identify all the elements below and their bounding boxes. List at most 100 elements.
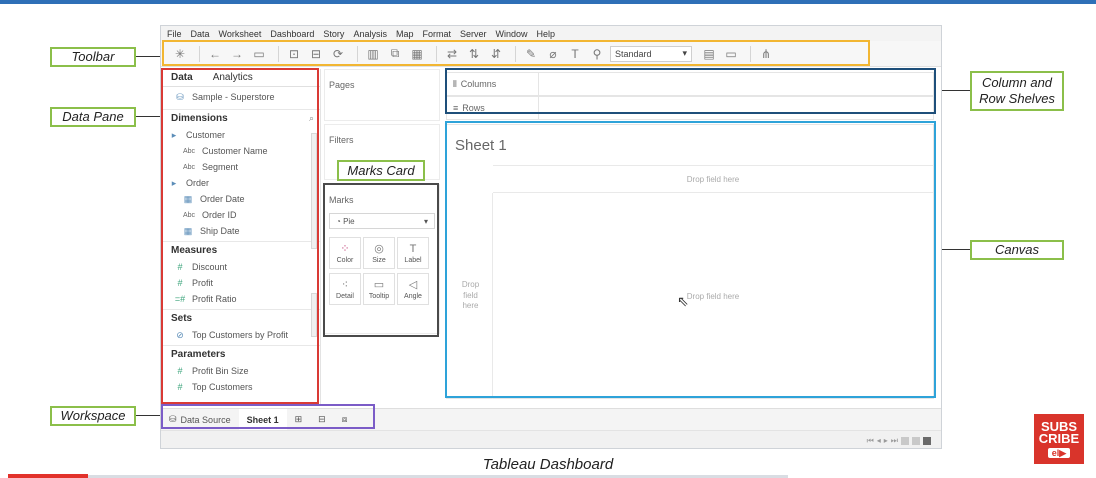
next-sheet-icon[interactable]: ▸ — [884, 436, 888, 445]
menu-window[interactable]: Window — [496, 29, 528, 39]
menu-server[interactable]: Server — [460, 29, 487, 39]
prev-sheet-icon[interactable]: ◂ — [877, 436, 881, 445]
undo-icon[interactable]: ← — [206, 45, 224, 63]
show-filmstrip-icon[interactable] — [901, 436, 909, 445]
fix-axes-icon[interactable]: ⚲ — [588, 45, 606, 63]
list-item[interactable]: ▦ Order Date — [161, 191, 320, 207]
redo-icon[interactable]: → — [228, 45, 246, 63]
angle-icon: ◁ — [408, 279, 418, 291]
menu-data[interactable]: Data — [191, 29, 210, 39]
refresh-icon[interactable]: ⟳ — [329, 45, 347, 63]
search-icon[interactable]: ⌕ — [309, 113, 314, 124]
new-data-source-icon[interactable]: ⊡ — [285, 45, 303, 63]
drop-zone-view[interactable]: Drop field here — [493, 193, 933, 399]
menu-help[interactable]: Help — [537, 29, 556, 39]
field-label: Ship Date — [200, 226, 240, 236]
list-item[interactable]: Abc Order ID — [161, 207, 320, 223]
parameters-header: Parameters — [161, 345, 320, 363]
data-pane-tabs: Data Analytics — [161, 69, 320, 87]
menu-format[interactable]: Format — [422, 29, 451, 39]
list-item[interactable]: ▸ Order — [161, 175, 320, 191]
first-sheet-icon[interactable]: ⏮ — [867, 436, 874, 446]
sort-ascending-icon[interactable]: ⇅ — [465, 45, 483, 63]
menu-worksheet[interactable]: Worksheet — [219, 29, 262, 39]
show-cards-icon[interactable]: ▤ — [700, 45, 718, 63]
rows-icon: ≡ — [453, 103, 459, 113]
datasource-item[interactable]: ⛁ Sample - Superstore — [161, 87, 320, 107]
pages-label: Pages — [329, 80, 355, 90]
save-icon[interactable]: ▭ — [250, 45, 268, 63]
sort-descending-icon[interactable]: ⇵ — [487, 45, 505, 63]
columns-label: Columns — [460, 79, 497, 89]
list-item[interactable]: # Profit Bin Size — [161, 363, 320, 379]
label-icon: T — [409, 242, 417, 255]
presentation-mode-icon[interactable]: ▭ — [722, 45, 740, 63]
menu-dashboard[interactable]: Dashboard — [270, 29, 314, 39]
list-item[interactable]: Abc Segment — [161, 159, 320, 175]
menu-story[interactable]: Story — [323, 29, 344, 39]
drop-zone-rows[interactable]: Drop field here — [449, 193, 493, 399]
tab-data[interactable]: Data — [161, 69, 203, 87]
rows-shelf[interactable]: ≡ Rows — [446, 96, 934, 120]
list-item[interactable]: # Discount — [161, 259, 320, 275]
menu-map[interactable]: Map — [396, 29, 414, 39]
color-button[interactable]: ⁘ Color — [329, 237, 361, 269]
measures-label: Measures — [171, 245, 218, 256]
show-tabs-icon[interactable] — [923, 436, 931, 445]
show-labels-icon[interactable]: T — [566, 45, 584, 63]
fit-select[interactable]: Standard ▾ — [610, 45, 692, 62]
measures-header: Measures — [161, 241, 320, 259]
sets-label: Sets — [171, 313, 193, 324]
tableau-logo-icon[interactable]: ✳ — [171, 45, 189, 63]
share-icon[interactable]: ⋔ — [757, 45, 775, 63]
list-item[interactable]: Abc Customer Name — [161, 143, 320, 159]
subscribe-button[interactable]: SUBS CRIBE el▶ — [1034, 414, 1084, 464]
list-item[interactable]: =# Profit Ratio — [161, 291, 320, 307]
duplicate-sheet-icon[interactable]: ⧉ — [386, 45, 404, 63]
size-button[interactable]: ◎ Size — [363, 237, 395, 269]
field-label: Order — [186, 178, 210, 188]
menu-analysis[interactable]: Analysis — [353, 29, 387, 39]
new-worksheet-icon[interactable]: ▥ — [364, 45, 382, 63]
list-item[interactable]: ▸ Customer — [161, 127, 320, 143]
detail-button[interactable]: ⁖ Detail — [329, 273, 361, 305]
tooltip-button[interactable]: ▭ Tooltip — [363, 273, 395, 305]
list-item[interactable]: # Profit — [161, 275, 320, 291]
marks-card: Marks ◔ Pie ▾ ⁘ Color ◎ Size T Label ⁖ Detai… — [324, 184, 440, 334]
pause-updates-icon[interactable]: ⊟ — [307, 45, 325, 63]
size-icon: ◎ — [374, 243, 384, 255]
list-item[interactable]: ▦ Ship Date — [161, 223, 320, 239]
last-sheet-icon[interactable]: ⏭ — [891, 436, 898, 446]
group-icon[interactable]: ⌀ — [544, 45, 562, 63]
dimensions-scrollbar[interactable] — [311, 133, 317, 249]
pie-icon: ◔ — [336, 216, 344, 226]
new-story-icon[interactable]: ⧈ — [334, 409, 356, 431]
highlight-icon[interactable]: ✎ — [522, 45, 540, 63]
menu-file[interactable]: File — [167, 29, 182, 39]
tab-analytics[interactable]: Analytics — [203, 69, 263, 87]
list-item[interactable]: ⊘ Top Customers by Profit — [161, 327, 320, 343]
angle-button[interactable]: ◁ Angle — [397, 273, 429, 305]
clear-sheet-icon[interactable]: ▦ — [408, 45, 426, 63]
canvas: Sheet 1 Drop field here Drop field here Dr… — [446, 124, 934, 399]
callout-data-pane: Data Pane — [50, 107, 136, 127]
tab-data-source[interactable]: ⛁ Data Source — [161, 409, 239, 431]
pages-shelf[interactable]: Pages — [324, 69, 440, 121]
string-type-icon: Abc — [182, 147, 196, 155]
label-button[interactable]: T Label — [397, 237, 429, 269]
swap-icon[interactable]: ⇄ — [443, 45, 461, 63]
show-sheet-sorter-icon[interactable] — [912, 436, 920, 445]
columns-shelf[interactable]: ⫴ Columns — [446, 72, 934, 96]
measures-scrollbar[interactable] — [311, 293, 317, 337]
rows-label: Rows — [462, 103, 485, 113]
mark-type-select[interactable]: ◔ Pie ▾ — [329, 213, 435, 229]
callout-shelves: Column and Row Shelves — [970, 71, 1064, 111]
sheet-title[interactable]: Sheet 1 — [455, 137, 507, 154]
folder-icon: ▸ — [171, 177, 177, 188]
list-item[interactable]: # Top Customers — [161, 379, 320, 395]
drop-zone-columns[interactable]: Drop field here — [493, 165, 933, 193]
field-label: Order Date — [200, 194, 245, 204]
tab-sheet-1[interactable]: Sheet 1 — [238, 408, 287, 431]
new-worksheet-icon[interactable]: ⊞ — [287, 409, 311, 431]
new-dashboard-icon[interactable]: ⊟ — [310, 409, 334, 431]
